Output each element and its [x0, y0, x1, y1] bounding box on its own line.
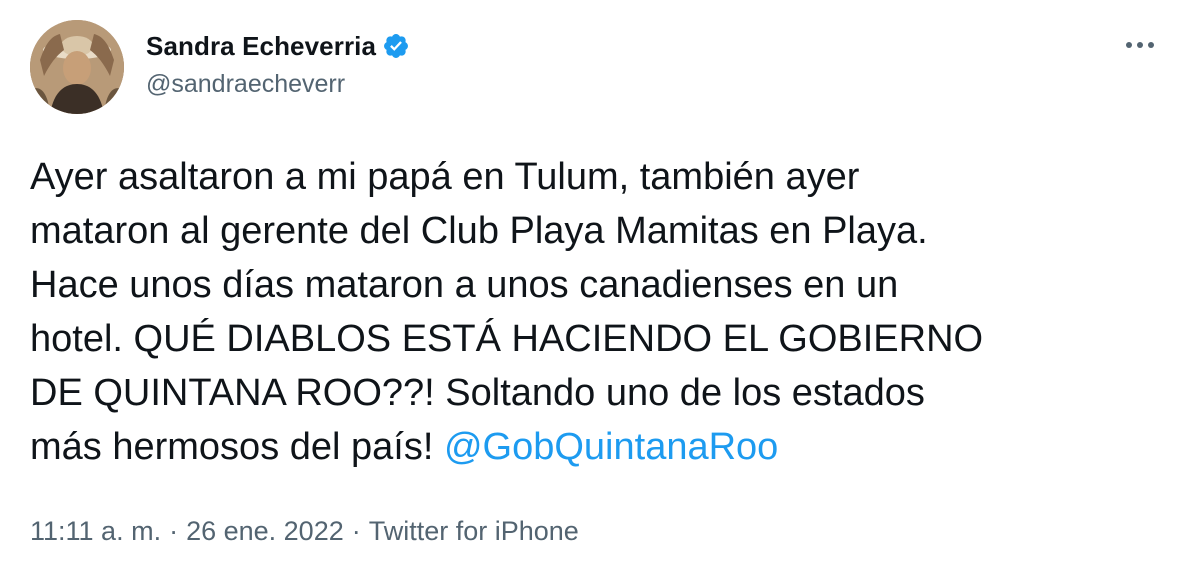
- tweet-date[interactable]: 26 ene. 2022: [186, 516, 344, 547]
- verified-badge-icon: [382, 32, 410, 60]
- tweet-card: Sandra Echeverria @sandraecheverr Ayer a…: [0, 0, 1188, 580]
- tweet-source[interactable]: Twitter for iPhone: [369, 516, 579, 547]
- author-handle[interactable]: @sandraecheverr: [146, 70, 410, 99]
- author-block: Sandra Echeverria @sandraecheverr: [146, 28, 410, 99]
- mention-link[interactable]: @GobQuintanaRoo: [444, 426, 778, 468]
- avatar-photo: [30, 20, 124, 114]
- tweet-time[interactable]: 11:11 a. m.: [30, 516, 161, 547]
- tweet-text-content: Ayer asaltaron a mi papá en Tulum, tambi…: [30, 156, 984, 468]
- author-name-row: Sandra Echeverria: [146, 28, 410, 64]
- tweet-meta: 11:11 a. m. · 26 ene. 2022 · Twitter for…: [30, 516, 579, 547]
- avatar[interactable]: [30, 20, 124, 114]
- meta-separator: ·: [169, 516, 179, 546]
- meta-separator: ·: [351, 516, 361, 546]
- tweet-text: Ayer asaltaron a mi papá en Tulum, tambi…: [30, 150, 1160, 474]
- more-options-icon[interactable]: [1118, 30, 1162, 60]
- author-display-name[interactable]: Sandra Echeverria: [146, 31, 376, 62]
